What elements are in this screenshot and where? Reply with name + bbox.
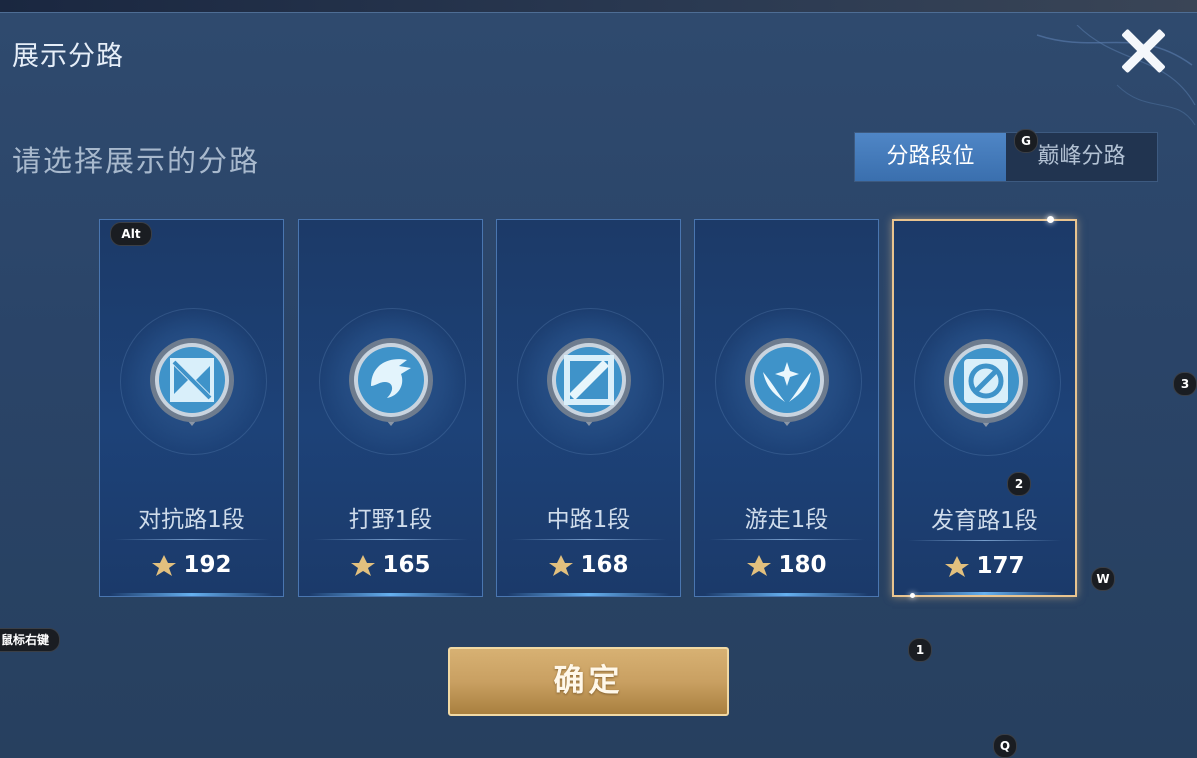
card-score: 177 <box>894 553 1075 579</box>
tab-lane-rank[interactable]: 分路段位 <box>855 133 1006 181</box>
rank-star-icon <box>152 555 177 576</box>
card-bottom-glow <box>904 592 1065 595</box>
card-divider <box>709 539 864 540</box>
card-score: 180 <box>695 552 878 578</box>
tab-group: 分路段位 巅峰分路 <box>854 132 1158 182</box>
card-bottom-glow <box>507 593 670 596</box>
card-score-value: 192 <box>183 552 232 578</box>
card-bottom-glow <box>705 593 868 596</box>
card-lane-name: 中路1段 <box>546 507 631 533</box>
mid-lane-icon <box>547 338 631 426</box>
selection-corner-dot <box>910 593 915 598</box>
dialog-title: 展示分路 <box>12 41 124 72</box>
card-score-value: 180 <box>778 552 827 578</box>
card-score-value: 177 <box>976 553 1025 579</box>
rank-star-icon <box>351 555 376 576</box>
card-bottom-glow <box>309 593 472 596</box>
key-hint-2: 2 <box>1007 472 1031 496</box>
card-divider <box>114 539 269 540</box>
lane-card-mid[interactable]: 中路1段 168 <box>496 219 681 597</box>
card-divider <box>313 539 468 540</box>
card-score-value: 165 <box>382 552 431 578</box>
decorative-swirl <box>1036 25 1196 126</box>
card-score: 192 <box>100 552 283 578</box>
rank-star-icon <box>549 555 574 576</box>
clash-lane-icon <box>150 338 234 426</box>
close-icon[interactable] <box>1118 26 1168 76</box>
selection-corner-dot <box>1047 216 1054 223</box>
card-lane-name: 发育路1段 <box>931 508 1038 534</box>
jungle-dragon-icon <box>349 338 433 426</box>
key-hint-g: G <box>1014 129 1038 153</box>
card-lane-name: 打野1段 <box>348 507 433 533</box>
key-hint-w: W <box>1091 567 1115 591</box>
rank-star-icon <box>747 555 772 576</box>
card-score: 165 <box>299 552 482 578</box>
lane-card-farm[interactable]: 发育路1段 177 <box>892 219 1077 597</box>
card-divider <box>511 539 666 540</box>
dialog-subtitle: 请选择展示的分路 <box>12 144 261 178</box>
card-divider <box>908 540 1061 541</box>
card-score-value: 168 <box>580 552 629 578</box>
roam-wings-icon <box>745 338 829 426</box>
key-hint-right-click: 鼠标右键 <box>0 628 60 652</box>
key-hint-1: 1 <box>908 638 932 662</box>
card-score: 168 <box>497 552 680 578</box>
lane-card-roam[interactable]: 游走1段 180 <box>694 219 879 597</box>
key-hint-3: 3 <box>1173 372 1197 396</box>
key-hint-q: Q <box>993 734 1017 758</box>
lane-card-clash[interactable]: 对抗路1段 192 <box>99 219 284 597</box>
rank-star-icon <box>945 556 970 577</box>
lane-card-jungle[interactable]: 打野1段 165 <box>298 219 483 597</box>
card-lane-name: 对抗路1段 <box>138 507 245 533</box>
key-hint-alt: Alt <box>110 222 152 246</box>
farm-lane-icon <box>944 339 1028 427</box>
card-lane-name: 游走1段 <box>744 507 829 533</box>
card-bottom-glow <box>110 593 273 596</box>
confirm-button[interactable]: 确定 <box>448 647 729 716</box>
